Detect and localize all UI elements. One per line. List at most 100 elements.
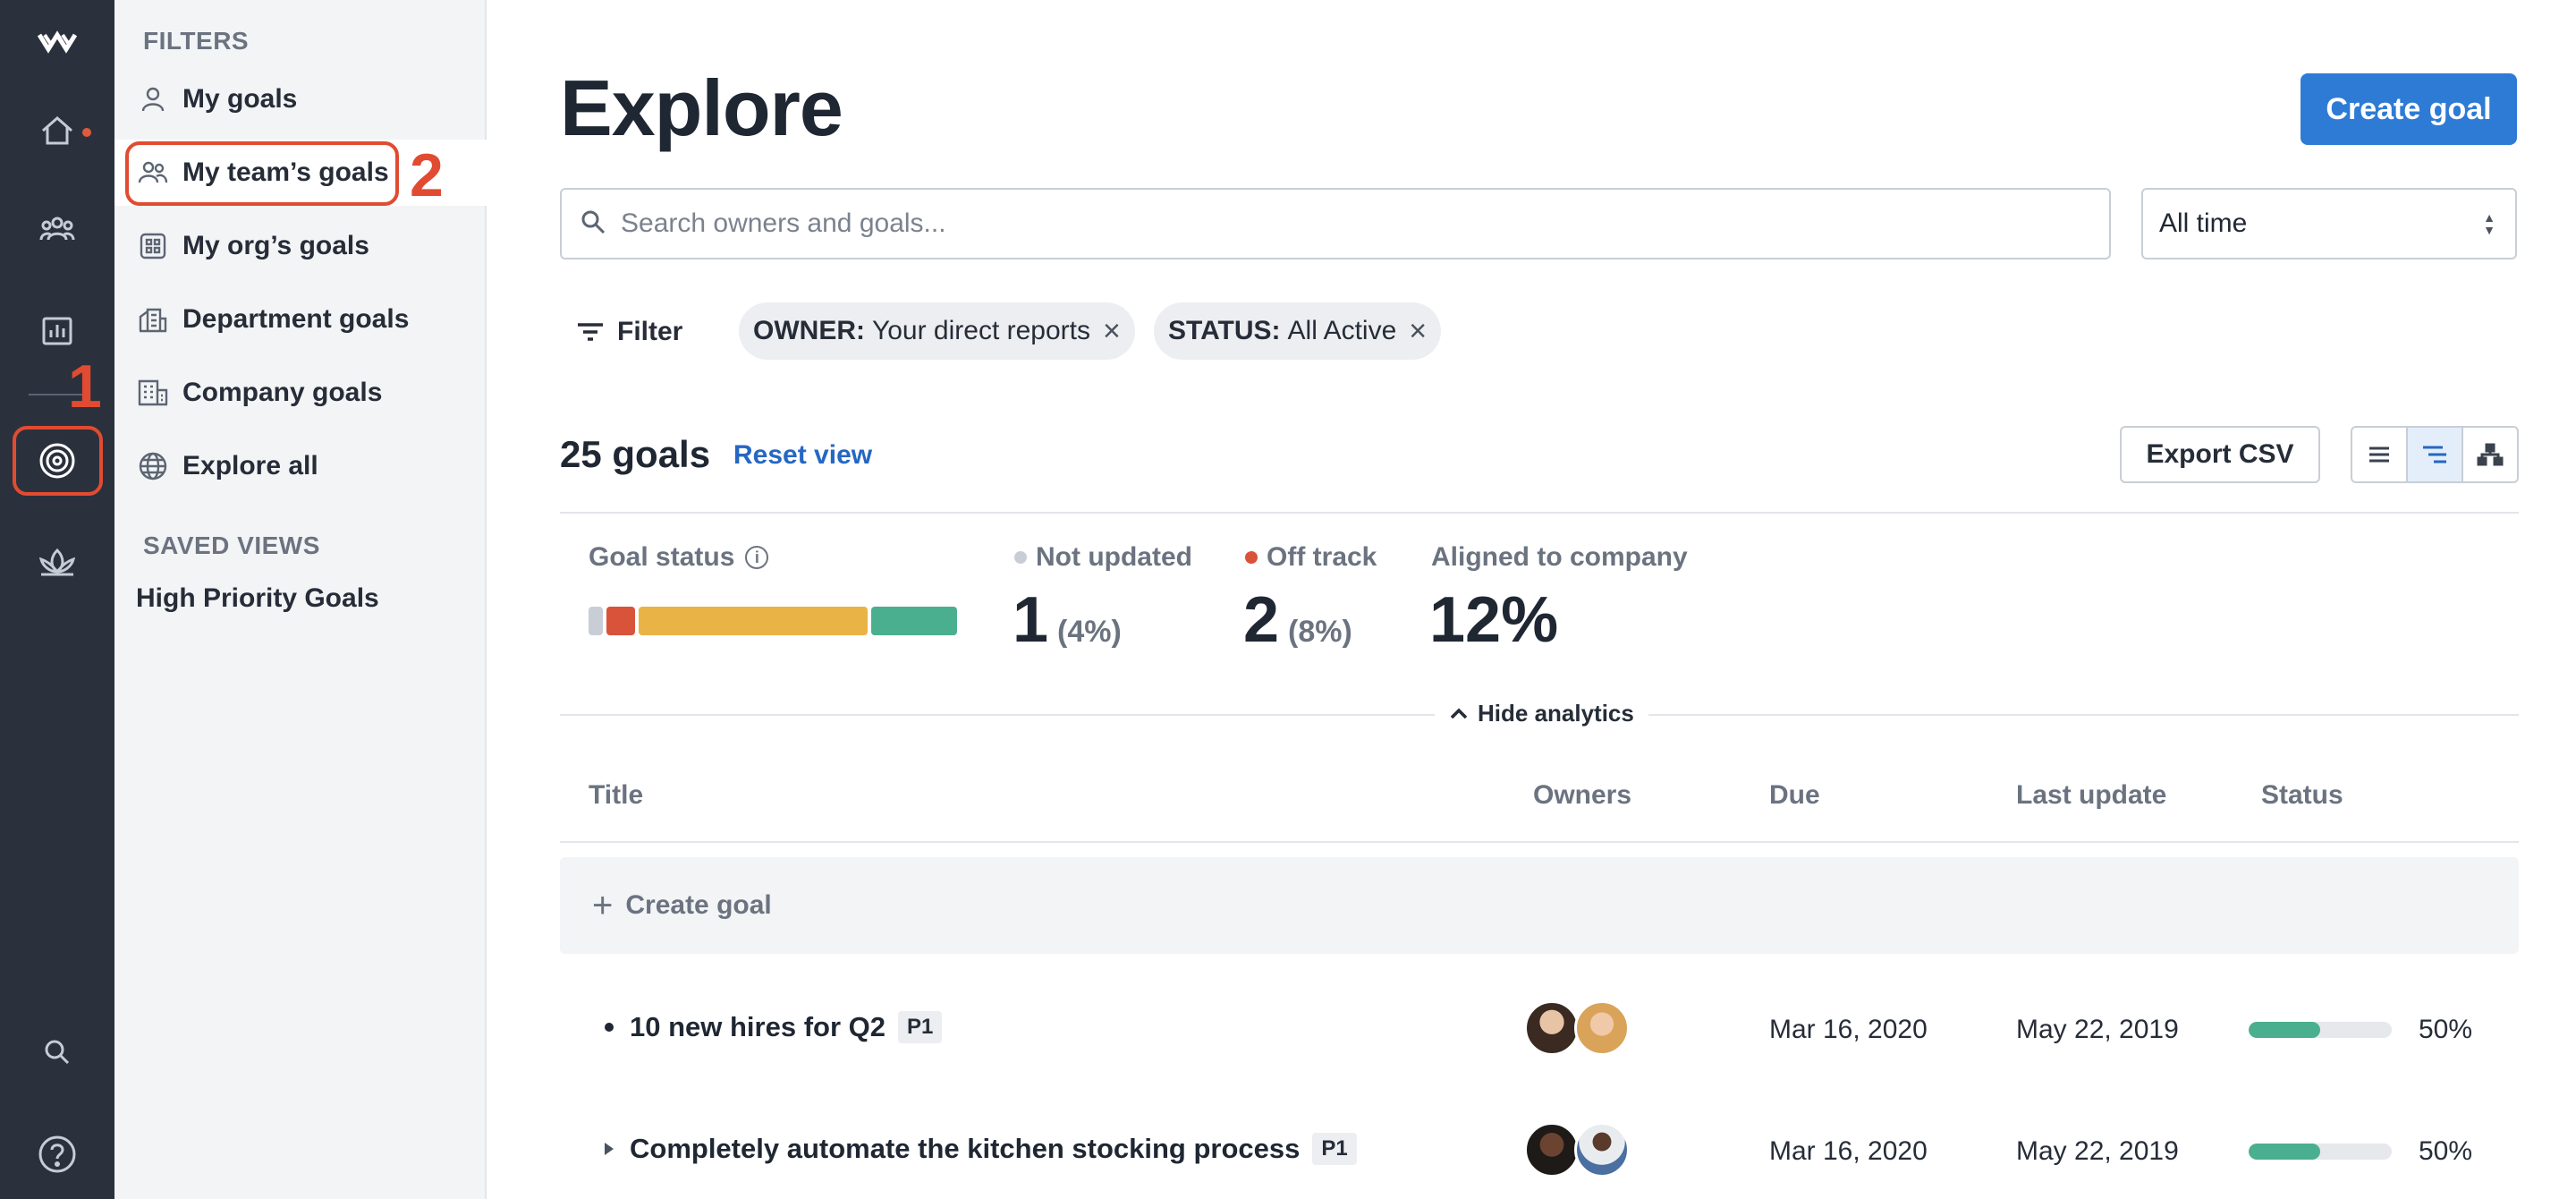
column-status[interactable]: Status bbox=[2261, 780, 2343, 811]
filter-lines-icon bbox=[578, 323, 603, 341]
reset-view-link[interactable]: Reset view bbox=[733, 440, 872, 471]
filter-label: Department goals bbox=[182, 304, 410, 334]
not-updated-stat: 1 (4%) bbox=[1013, 584, 1122, 656]
goal-count: 25 goals bbox=[560, 433, 711, 475]
not-updated-label: Not updated bbox=[1014, 542, 1192, 573]
search-input[interactable] bbox=[621, 208, 2052, 239]
off-track-dot bbox=[1245, 551, 1258, 564]
notification-dot bbox=[82, 128, 91, 137]
logo-icon[interactable] bbox=[0, 7, 114, 79]
home-icon[interactable] bbox=[0, 95, 114, 166]
filter-my-goals[interactable]: My goals bbox=[114, 66, 487, 132]
owners-avatars[interactable] bbox=[1524, 1000, 1630, 1056]
create-goal-button[interactable]: Create goal bbox=[2301, 73, 2517, 145]
column-owners[interactable]: Owners bbox=[1533, 780, 1631, 811]
filter-label: Explore all bbox=[182, 451, 318, 480]
goal-title[interactable]: Completely automate the kitchen stocking… bbox=[605, 1133, 1357, 1165]
avatar[interactable] bbox=[1574, 1122, 1630, 1178]
off-track-stat: 2 (8%) bbox=[1243, 584, 1352, 656]
app-rail: 1 bbox=[0, 0, 114, 1199]
people-icon[interactable] bbox=[0, 193, 114, 265]
filter-company-goals[interactable]: Company goals bbox=[114, 360, 487, 426]
team-goals-highlight-box bbox=[125, 141, 399, 206]
column-last-update[interactable]: Last update bbox=[2016, 780, 2166, 811]
due-date: Mar 16, 2020 bbox=[1769, 1015, 1928, 1044]
remove-chip-icon[interactable]: × bbox=[1103, 314, 1121, 349]
status-segment-not-updated bbox=[589, 607, 603, 635]
lotus-icon[interactable] bbox=[0, 526, 114, 598]
goal-status-label: Goal status i bbox=[589, 542, 769, 573]
search-icon[interactable] bbox=[0, 1016, 114, 1088]
status-filter-chip[interactable]: STATUS: All Active × bbox=[1154, 302, 1442, 360]
hide-analytics-toggle[interactable]: Hide analytics bbox=[1435, 700, 1648, 727]
avatar[interactable] bbox=[1574, 1000, 1630, 1056]
step-1-annotation: 1 bbox=[68, 353, 102, 421]
time-range-select[interactable]: All time ▲ ▼ bbox=[2141, 188, 2517, 259]
globe-icon bbox=[138, 451, 168, 481]
progress-fill bbox=[2249, 1144, 2320, 1160]
chip-value: All Active bbox=[1287, 316, 1397, 345]
chip-key: OWNER: bbox=[753, 316, 865, 345]
last-update: May 22, 2019 bbox=[2016, 1136, 2179, 1166]
step-2-annotation: 2 bbox=[410, 141, 444, 209]
progress-percent: 50% bbox=[2419, 1015, 2473, 1044]
select-arrows-icon: ▲ ▼ bbox=[2483, 210, 2496, 237]
expand-caret-icon[interactable] bbox=[605, 1143, 614, 1155]
time-range-value: All time bbox=[2159, 208, 2248, 238]
bullet-icon bbox=[605, 1023, 614, 1032]
org-icon bbox=[138, 231, 168, 261]
help-icon[interactable] bbox=[0, 1118, 114, 1190]
status-segment-on-track bbox=[870, 607, 957, 635]
table-row[interactable]: 10 new hires for Q2 P1 Mar 16, 2020 May … bbox=[560, 984, 2519, 1074]
person-icon bbox=[138, 84, 168, 115]
tree-view-button[interactable] bbox=[2408, 428, 2463, 481]
filter-button[interactable]: Filter bbox=[576, 310, 682, 354]
filter-department-goals[interactable]: Department goals bbox=[114, 286, 487, 353]
search-box[interactable] bbox=[560, 188, 2111, 259]
hierarchy-view-button[interactable] bbox=[2463, 428, 2517, 481]
create-goal-row[interactable]: + Create goal bbox=[560, 857, 2519, 954]
saved-view-high-priority[interactable]: High Priority Goals bbox=[136, 583, 379, 614]
goals-highlight-box bbox=[13, 426, 103, 496]
export-csv-button[interactable]: Export CSV bbox=[2120, 426, 2320, 483]
filter-explore-all[interactable]: Explore all bbox=[114, 433, 487, 499]
info-icon[interactable]: i bbox=[745, 546, 769, 569]
table-row[interactable]: Completely automate the kitchen stocking… bbox=[560, 1106, 2519, 1195]
owners-avatars[interactable] bbox=[1524, 1122, 1630, 1178]
filter-my-orgs-goals[interactable]: My org’s goals bbox=[114, 213, 487, 279]
aligned-label: Aligned to company bbox=[1431, 542, 1688, 572]
progress-fill bbox=[2249, 1022, 2320, 1038]
goal-title[interactable]: 10 new hires for Q2 P1 bbox=[605, 1011, 943, 1043]
progress-bar bbox=[2249, 1144, 2392, 1160]
column-title[interactable]: Title bbox=[589, 780, 643, 811]
due-date: Mar 16, 2020 bbox=[1769, 1136, 1928, 1166]
chip-value: Your direct reports bbox=[871, 316, 1090, 345]
avatar[interactable] bbox=[1524, 1000, 1580, 1056]
remove-chip-icon[interactable]: × bbox=[1409, 314, 1427, 349]
hierarchy-icon bbox=[2477, 443, 2504, 466]
column-due[interactable]: Due bbox=[1769, 780, 1820, 811]
page-title: Explore bbox=[560, 64, 843, 152]
priority-badge: P1 bbox=[898, 1011, 943, 1043]
off-track-label: Off track bbox=[1245, 542, 1377, 573]
avatar[interactable] bbox=[1524, 1122, 1580, 1178]
progress-percent: 50% bbox=[2419, 1136, 2473, 1166]
status-segment-at-risk bbox=[639, 607, 868, 635]
list-icon bbox=[2369, 446, 2389, 463]
filter-label: Company goals bbox=[182, 378, 383, 407]
saved-views-heading: SAVED VIEWS bbox=[143, 531, 320, 559]
aligned-stat: 12% bbox=[1429, 584, 1559, 656]
tree-list-icon bbox=[2423, 446, 2446, 463]
main-content: Explore Create goal All time ▲▼ Filter O… bbox=[487, 0, 2576, 1199]
priority-badge: P1 bbox=[1312, 1133, 1357, 1165]
analytics-top-divider bbox=[560, 512, 2519, 514]
filter-button-label: Filter bbox=[617, 317, 683, 346]
filter-label: My goals bbox=[182, 84, 298, 114]
list-view-button[interactable] bbox=[2352, 428, 2408, 481]
filters-heading: FILTERS bbox=[143, 27, 250, 55]
status-segment-off-track bbox=[606, 607, 635, 635]
view-toggle bbox=[2351, 426, 2519, 483]
owner-filter-chip[interactable]: OWNER: Your direct reports × bbox=[739, 302, 1135, 360]
not-updated-dot bbox=[1014, 551, 1027, 564]
goal-status-bar bbox=[589, 607, 957, 635]
